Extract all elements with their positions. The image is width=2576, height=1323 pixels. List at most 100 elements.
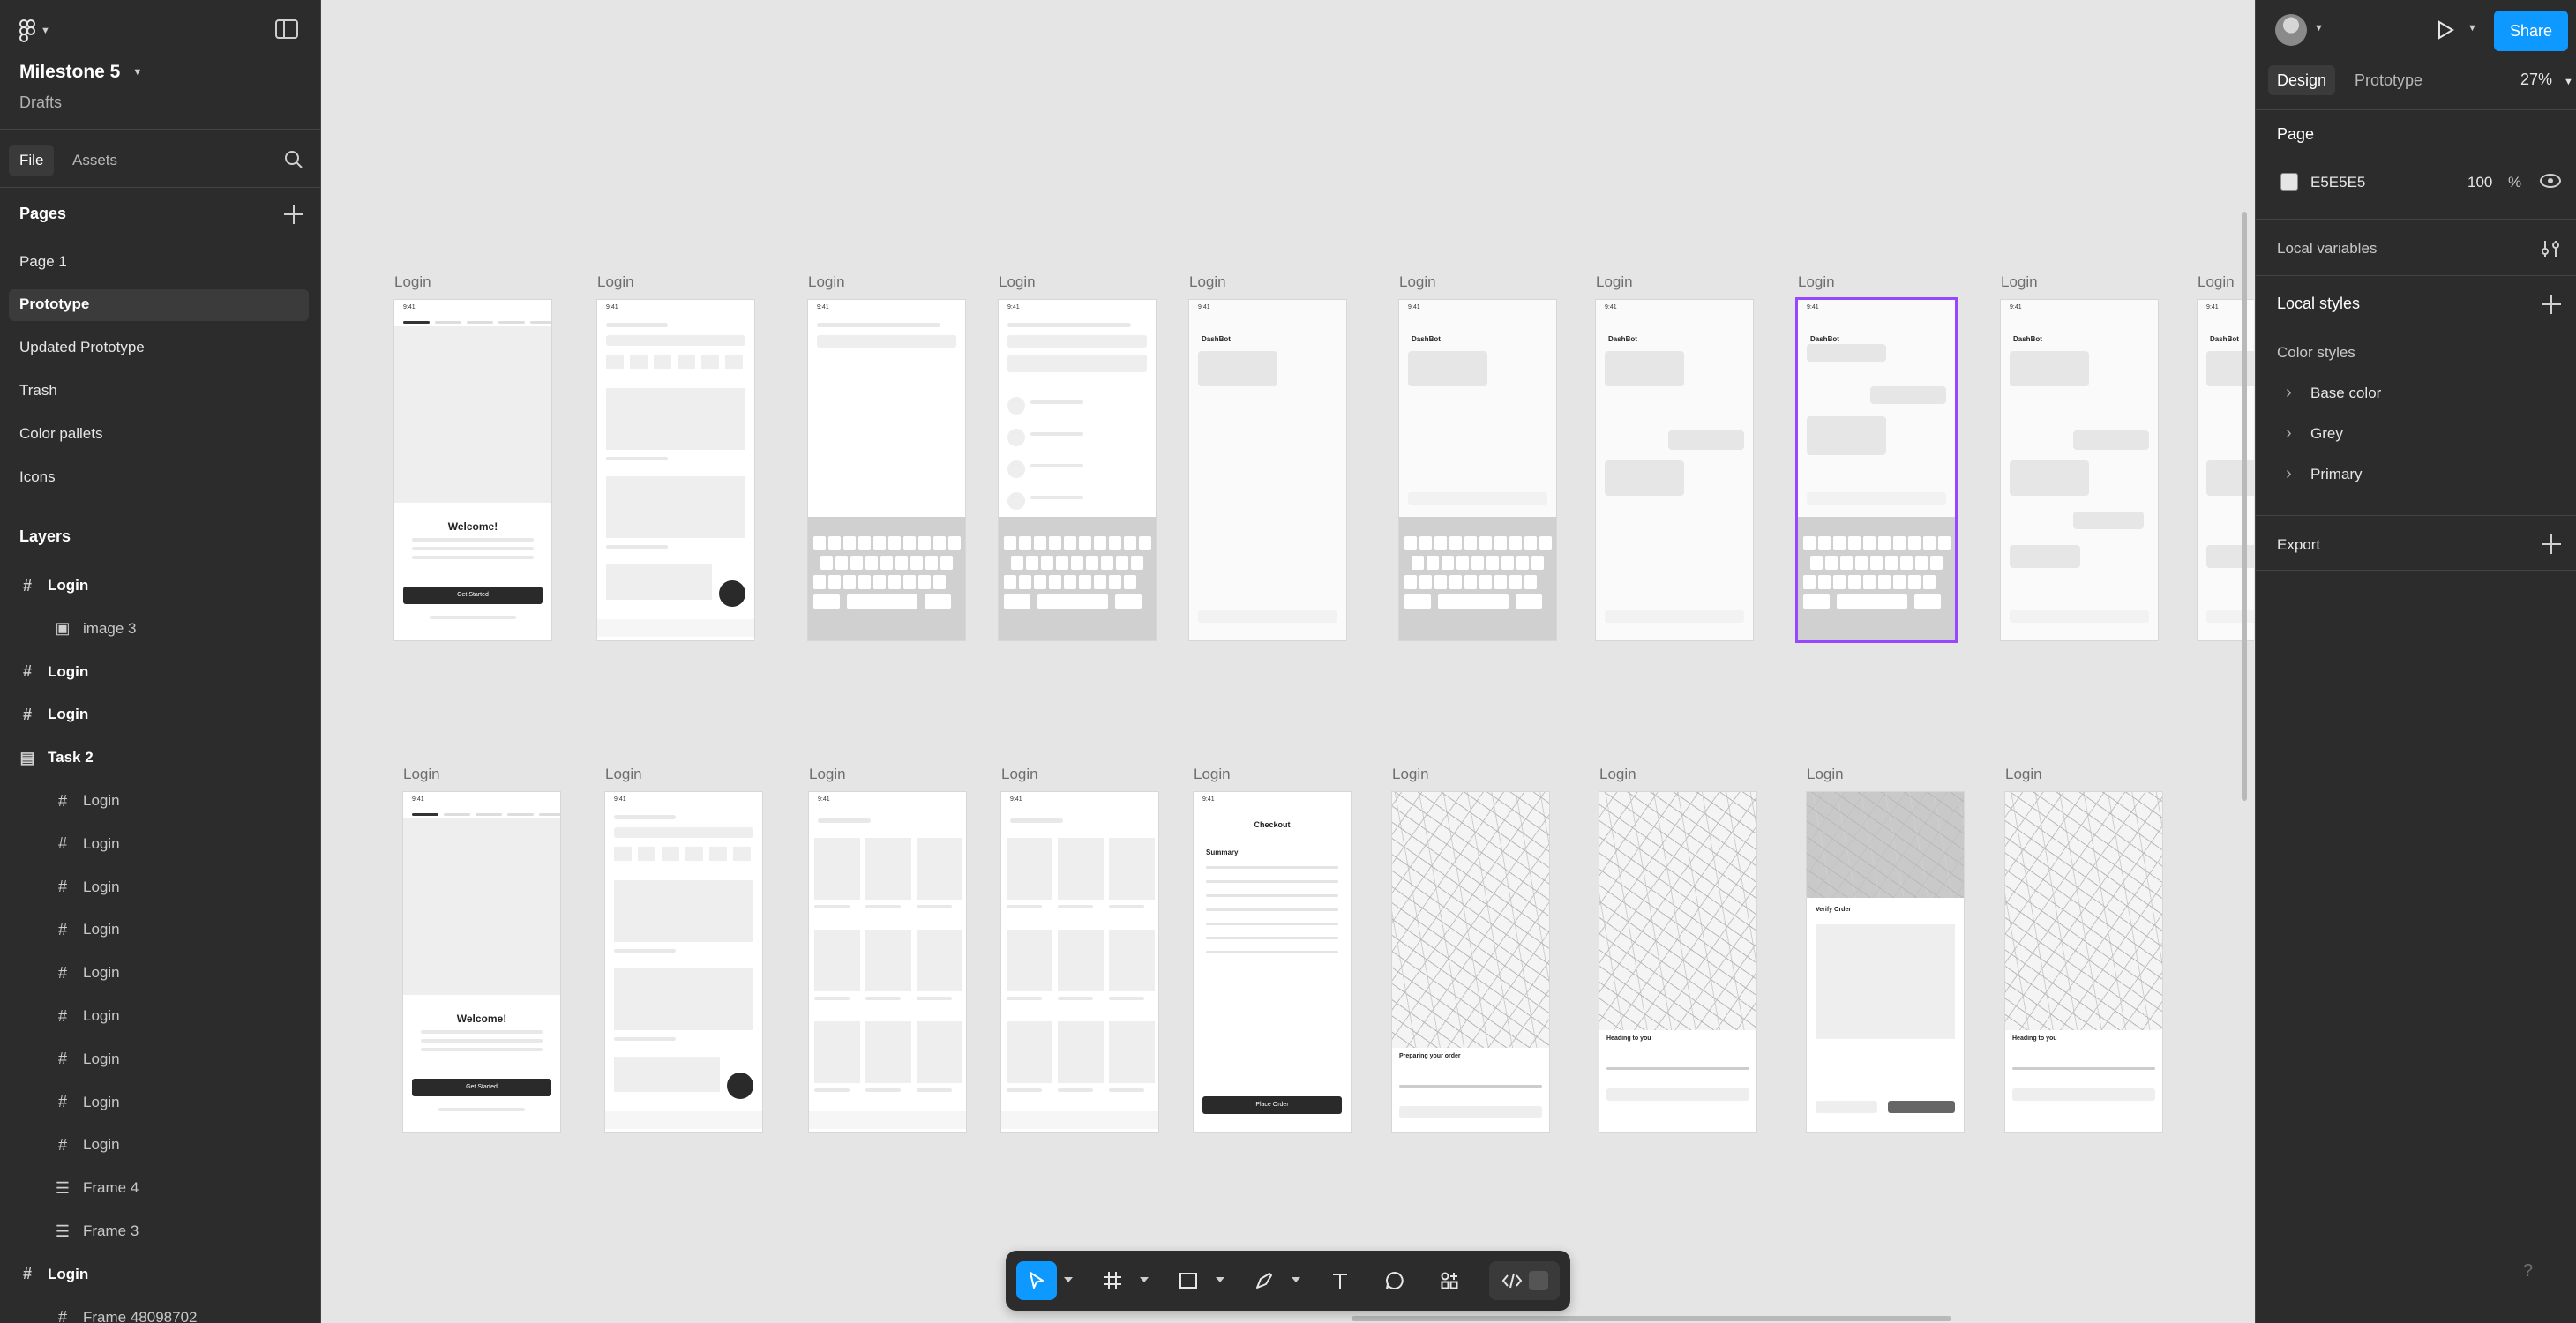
main-menu-button[interactable]: ▼ <box>19 18 58 44</box>
frame-label[interactable]: Login <box>1807 766 1844 783</box>
frame-label[interactable]: Login <box>2005 766 2042 783</box>
chevron-right-icon[interactable]: › <box>2286 383 2292 403</box>
layer-item[interactable]: ▤ Task 2 <box>0 736 320 779</box>
prototype-frame[interactable]: 9:41 Welcome! Get Started <box>403 792 560 1132</box>
layer-item[interactable]: ▣ image 3 <box>0 608 320 650</box>
color-style-item[interactable]: Base color <box>2310 385 2381 402</box>
frame-label[interactable]: Login <box>2001 273 2038 291</box>
prototype-frame[interactable]: 9:41 DashBot <box>1798 300 1955 640</box>
actions-tool-icon[interactable] <box>1429 1261 1470 1300</box>
frame-label[interactable]: Login <box>1596 273 1633 291</box>
prototype-frame[interactable]: 9:41 <box>809 792 966 1132</box>
prototype-frame[interactable]: 9:41 <box>808 300 965 640</box>
vertical-scrollbar[interactable] <box>2242 212 2247 801</box>
layer-item[interactable]: # Login <box>0 866 320 908</box>
frame-label[interactable]: Login <box>2198 273 2235 291</box>
page-opacity-value[interactable]: 100 <box>2467 174 2492 191</box>
page-item[interactable]: Color pallets <box>19 425 103 443</box>
chevron-right-icon[interactable]: › <box>2286 423 2292 444</box>
layer-item[interactable]: # Login <box>0 1081 320 1124</box>
help-button[interactable]: ? <box>2523 1261 2533 1282</box>
comment-tool-icon[interactable] <box>1374 1261 1415 1300</box>
present-icon[interactable] <box>2436 19 2455 41</box>
layer-item[interactable]: # Login <box>0 823 320 865</box>
zoom-level[interactable]: 27% ▼ <box>2520 71 2573 89</box>
prototype-frame[interactable]: 9:41 DashBot <box>2001 300 2158 640</box>
prototype-frame[interactable]: 9:41 DashBot <box>1399 300 1556 640</box>
color-style-item[interactable]: Grey <box>2310 425 2343 443</box>
prototype-frame[interactable]: 9:41Heading to you <box>2005 792 2162 1132</box>
prototype-frame[interactable]: 9:41 DashBot <box>1596 300 1753 640</box>
chevron-down-icon[interactable] <box>1292 1277 1300 1282</box>
local-variables-title[interactable]: Local variables <box>2277 240 2377 258</box>
text-tool-icon[interactable] <box>1320 1261 1360 1300</box>
eye-icon[interactable] <box>2540 174 2561 188</box>
prototype-frame[interactable]: 9:41 DashBot <box>1189 300 1346 640</box>
horizontal-scrollbar[interactable] <box>1352 1316 1951 1321</box>
frame-label[interactable]: Login <box>808 273 845 291</box>
dev-mode-icon[interactable] <box>1489 1261 1560 1300</box>
frame-label[interactable]: Login <box>1392 766 1429 783</box>
chevron-down-icon[interactable] <box>1216 1277 1224 1282</box>
design-canvas[interactable]: Login 9:41 Welcome! Get Started Login 9:41 Log… <box>322 0 2254 1323</box>
frame-label[interactable]: Login <box>1189 273 1226 291</box>
layer-item[interactable]: ☰ Frame 3 <box>0 1210 320 1252</box>
frame-label[interactable]: Login <box>1194 766 1231 783</box>
add-export-icon[interactable] <box>2542 534 2561 554</box>
page-item[interactable]: Updated Prototype <box>19 339 145 356</box>
frame-label[interactable]: Login <box>999 273 1036 291</box>
layer-item[interactable]: # Login <box>0 564 320 607</box>
frame-tool-icon[interactable] <box>1092 1261 1133 1300</box>
add-page-icon[interactable] <box>284 205 303 224</box>
layer-item[interactable]: ☰ Frame 4 <box>0 1167 320 1209</box>
pen-tool-icon[interactable] <box>1244 1261 1284 1300</box>
layer-item[interactable]: # Login <box>0 1253 320 1296</box>
layer-item[interactable]: # Login <box>0 1124 320 1166</box>
tab-file[interactable]: File <box>9 145 55 176</box>
layer-item[interactable]: # Login <box>0 780 320 822</box>
frame-label[interactable]: Login <box>605 766 642 783</box>
page-color-swatch[interactable] <box>2280 173 2298 191</box>
search-icon[interactable] <box>282 148 305 171</box>
layer-item[interactable]: # Login <box>0 995 320 1037</box>
page-item[interactable]: Trash <box>19 382 57 400</box>
layer-item[interactable]: # Login <box>0 651 320 693</box>
frame-label[interactable]: Login <box>1798 273 1835 291</box>
prototype-frame[interactable]: 9:41 <box>999 300 1156 640</box>
tab-prototype[interactable]: Prototype <box>2346 65 2431 95</box>
chevron-down-icon[interactable] <box>1140 1277 1149 1282</box>
prototype-frame[interactable]: 9:41 <box>597 300 754 640</box>
shape-tool-icon[interactable] <box>1168 1261 1209 1300</box>
frame-label[interactable]: Login <box>809 766 846 783</box>
variables-adjust-icon[interactable] <box>2540 238 2561 259</box>
chevron-down-icon[interactable] <box>1064 1277 1073 1282</box>
share-button[interactable]: Share <box>2494 11 2568 51</box>
prototype-frame[interactable]: 9:41Heading to you <box>1599 792 1756 1132</box>
page-item[interactable]: Icons <box>19 468 56 486</box>
tab-assets[interactable]: Assets <box>72 145 117 176</box>
add-style-icon[interactable] <box>2542 295 2561 314</box>
prototype-frame[interactable]: 9:41 <box>1001 792 1158 1132</box>
chevron-right-icon[interactable]: › <box>2286 464 2292 484</box>
frame-label[interactable]: Login <box>1001 766 1038 783</box>
frame-label[interactable]: Login <box>597 273 634 291</box>
color-style-item[interactable]: Primary <box>2310 466 2363 483</box>
layer-item[interactable]: # Login <box>0 908 320 951</box>
move-tool-icon[interactable] <box>1016 1261 1057 1300</box>
tab-design[interactable]: Design <box>2268 65 2336 95</box>
frame-label[interactable]: Login <box>1599 766 1636 783</box>
file-name-button[interactable]: Milestone 5 ▼ <box>19 62 142 83</box>
chevron-down-icon[interactable]: ▼ <box>2467 23 2477 34</box>
prototype-frame[interactable]: 9:41Preparing your order <box>1392 792 1549 1132</box>
layer-item[interactable]: # Login <box>0 952 320 994</box>
page-color-value[interactable]: E5E5E5 <box>2310 174 2365 191</box>
chevron-down-icon[interactable]: ▼ <box>2314 23 2324 34</box>
frame-label[interactable]: Login <box>403 766 440 783</box>
frame-label[interactable]: Login <box>1399 273 1436 291</box>
prototype-frame[interactable]: 9:41Verify Order <box>1807 792 1964 1132</box>
prototype-frame[interactable]: 9:41 <box>605 792 762 1132</box>
page-item[interactable]: Page 1 <box>19 253 67 271</box>
avatar[interactable] <box>2275 14 2307 46</box>
layer-item[interactable]: # Frame 48098702 <box>0 1297 320 1323</box>
prototype-frame[interactable]: 9:41 Welcome! Get Started <box>394 300 551 640</box>
